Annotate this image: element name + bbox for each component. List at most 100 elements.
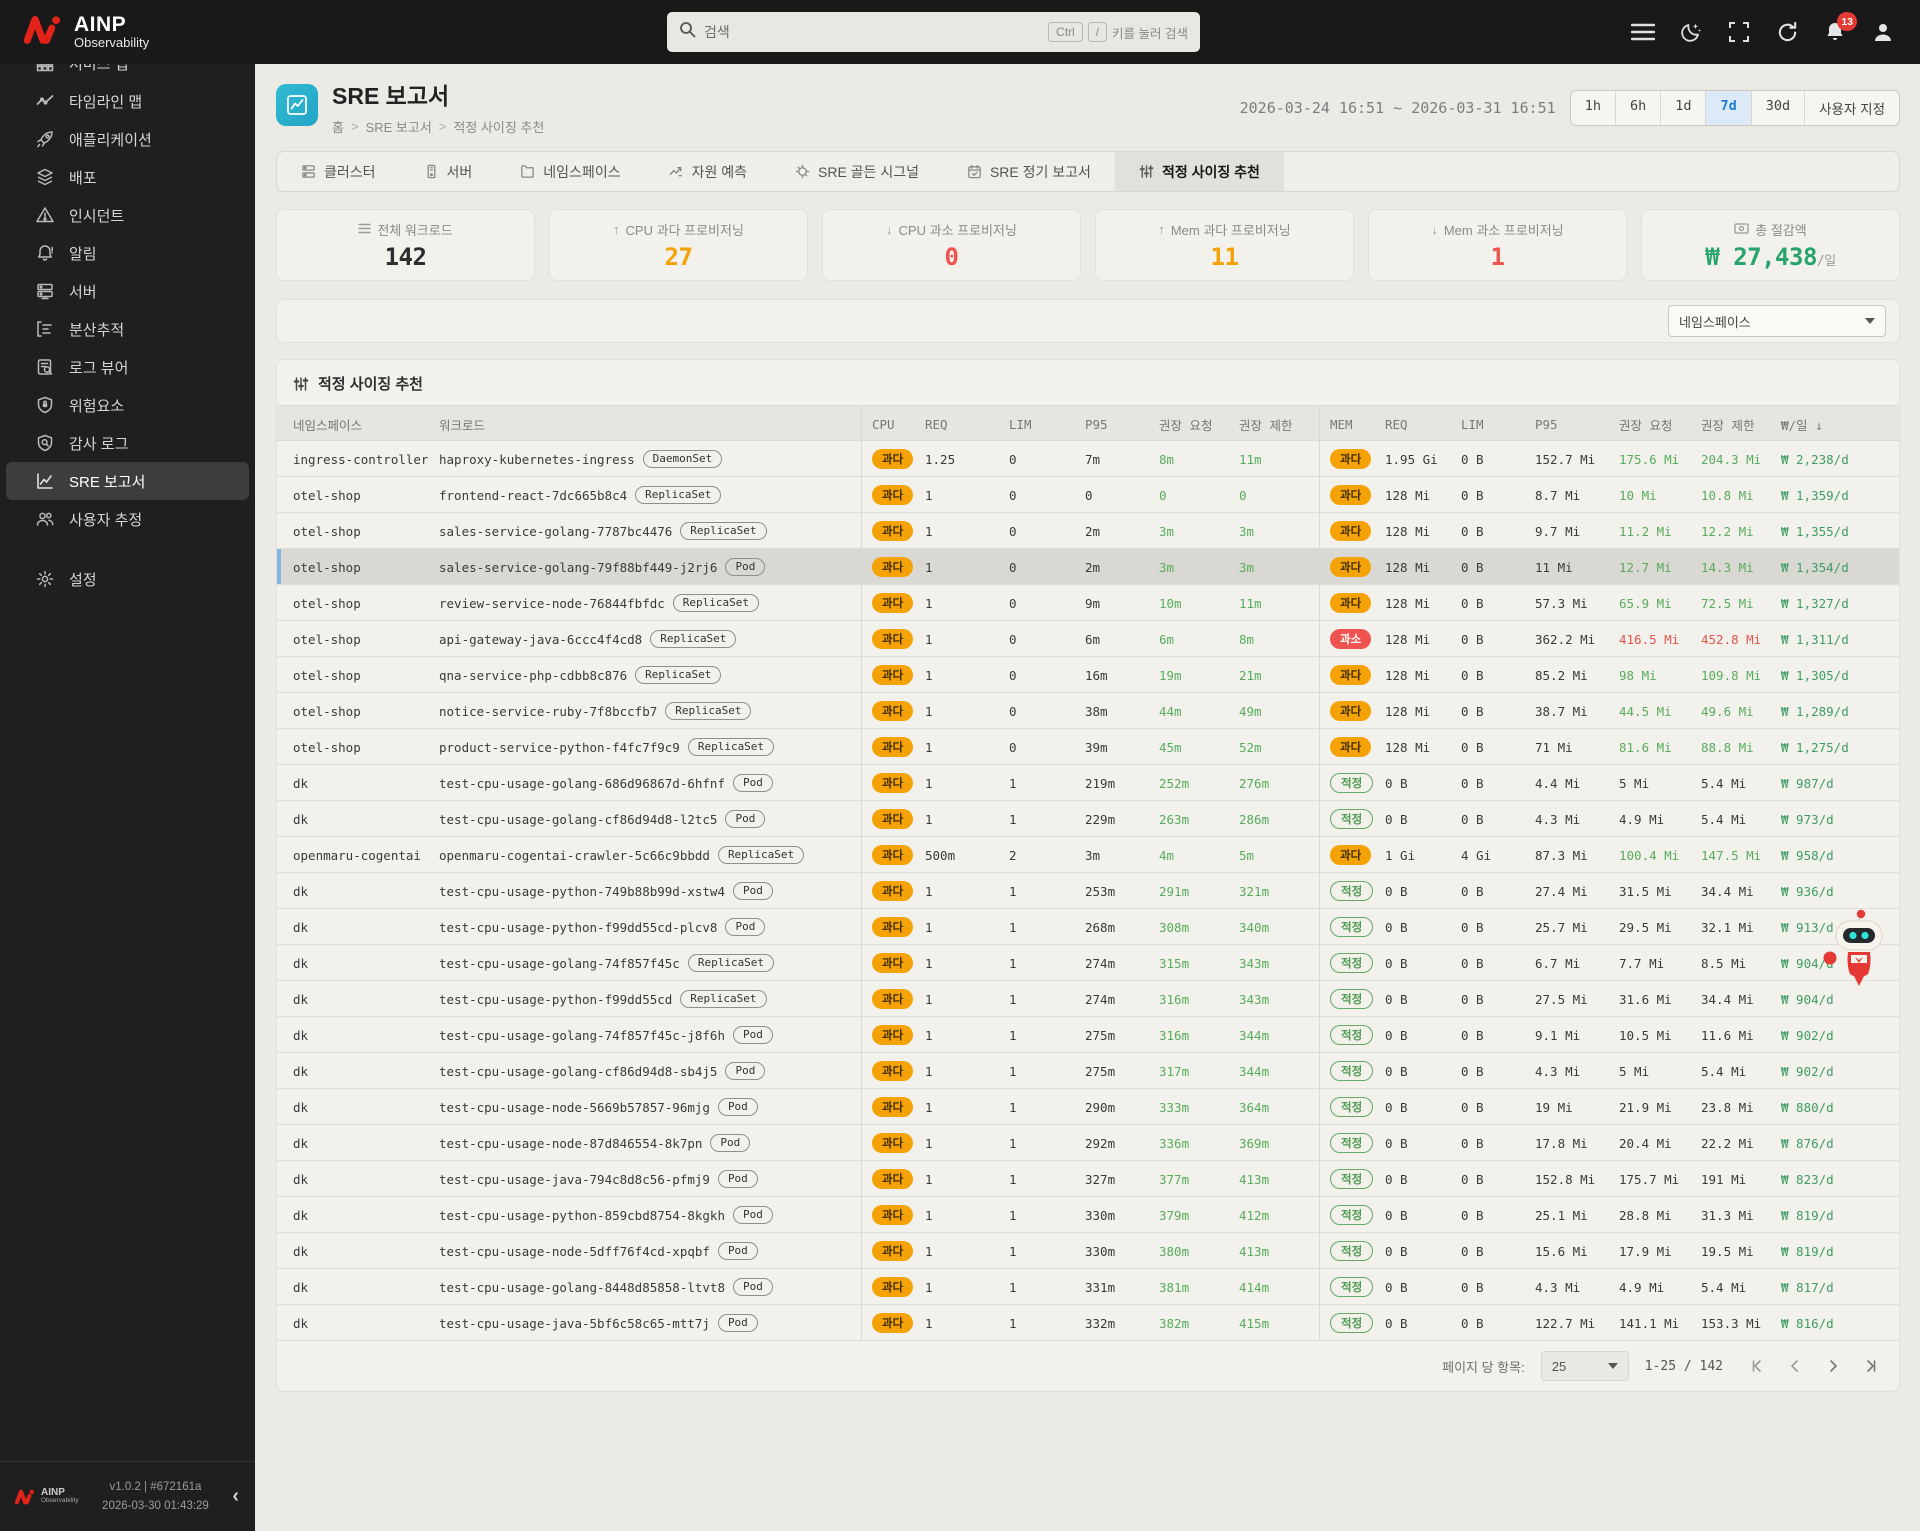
table-row[interactable]: otel-shop frontend-react-7dc665b8c4 Repl… — [277, 477, 1899, 513]
workload-name: test-cpu-usage-golang-cf86d94d8-l2tc5 — [439, 812, 717, 827]
breadcrumb-home[interactable]: 홈 — [332, 117, 344, 136]
notifications-icon[interactable]: 13 — [1822, 19, 1848, 45]
breadcrumb-sre-report[interactable]: SRE 보고서 — [366, 117, 432, 136]
brand-logo[interactable]: AINP Observability — [22, 12, 149, 51]
sidebar-item-risk[interactable]: 위험요소 — [6, 386, 249, 424]
tab-sre-golden-signal[interactable]: SRE 골든 시그널 — [771, 152, 943, 191]
table-row[interactable]: otel-shop qna-service-php-cdbb8c876 Repl… — [277, 657, 1899, 693]
table-row[interactable]: dk test-cpu-usage-node-87d846554-8k7pn P… — [277, 1125, 1899, 1161]
workload-name: test-cpu-usage-node-5dff76f4cd-xpqbf — [439, 1244, 710, 1259]
col-mem[interactable]: MEM — [1319, 406, 1385, 442]
sidebar-item-service-map[interactable]: 서비스 맵 — [6, 64, 249, 82]
col-cost-per-day[interactable]: ₩/일 ↓ — [1781, 415, 1899, 434]
first-page-icon[interactable] — [1745, 1354, 1769, 1378]
sidebar-item-alerts[interactable]: 알림 — [6, 234, 249, 272]
range-button-1h[interactable]: 1h — [1571, 91, 1615, 125]
table-row[interactable]: dk test-cpu-usage-node-5dff76f4cd-xpqbf … — [277, 1233, 1899, 1269]
table-row[interactable]: dk test-cpu-usage-node-5669b57857-96mjg … — [277, 1089, 1899, 1125]
sidebar-item-sre-report[interactable]: SRE 보고서 — [6, 462, 249, 500]
range-button-custom[interactable]: 사용자 지정 — [1804, 91, 1899, 125]
table-row[interactable]: dk test-cpu-usage-java-5bf6c58c65-mtt7j … — [277, 1305, 1899, 1341]
range-button-6h[interactable]: 6h — [1615, 91, 1660, 125]
cell-namespace: dk — [277, 1208, 439, 1223]
sidebar-item-timeline-map[interactable]: 타임라인 맵 — [6, 82, 249, 120]
table-row[interactable]: ingress-controller haproxy-kubernetes-in… — [277, 441, 1899, 477]
namespace-select[interactable]: 네임스페이스 — [1668, 305, 1886, 337]
col-mem-rec-req[interactable]: 권장 요청 — [1619, 415, 1701, 434]
cell-workload: test-cpu-usage-python-f99dd55cd-plcv8 Po… — [439, 918, 861, 936]
table-row[interactable]: dk test-cpu-usage-python-859cbd8754-8kgk… — [277, 1197, 1899, 1233]
cell-cost-per-day: ₩ 816/d — [1781, 1316, 1899, 1331]
table-row[interactable]: dk test-cpu-usage-golang-cf86d94d8-sb4j5… — [277, 1053, 1899, 1089]
table-row[interactable]: dk test-cpu-usage-python-f99dd55cd Repli… — [277, 981, 1899, 1017]
next-page-icon[interactable] — [1821, 1354, 1845, 1378]
account-icon[interactable] — [1870, 19, 1896, 45]
cell-mem-p95: 4.3 Mi — [1535, 812, 1619, 827]
col-cpu-req[interactable]: REQ — [925, 417, 1009, 432]
refresh-icon[interactable] — [1774, 19, 1800, 45]
table-row[interactable]: otel-shop api-gateway-java-6ccc4f4cd8 Re… — [277, 621, 1899, 657]
table-row[interactable]: dk test-cpu-usage-java-794c8d8c56-pfmj9 … — [277, 1161, 1899, 1197]
col-mem-lim[interactable]: LIM — [1461, 417, 1535, 432]
sidebar-item-settings[interactable]: 설정 — [6, 560, 249, 598]
dark-mode-icon[interactable] — [1678, 19, 1704, 45]
table-row[interactable]: dk test-cpu-usage-golang-8448d85858-ltvt… — [277, 1269, 1899, 1305]
fullscreen-icon[interactable] — [1726, 19, 1752, 45]
sidebar-item-servers[interactable]: 서버 — [6, 272, 249, 310]
table-row[interactable]: dk test-cpu-usage-python-749b88b99d-xstw… — [277, 873, 1899, 909]
global-search[interactable]: Ctrl / 키를 눌러 검색 — [667, 12, 1200, 52]
tab-cluster[interactable]: 클러스터 — [277, 152, 400, 191]
table-row[interactable]: openmaru-cogentai openmaru-cogentai-craw… — [277, 837, 1899, 873]
tab-server[interactable]: 서버 — [400, 152, 497, 191]
sidebar-collapse-icon[interactable]: ‹ — [232, 1485, 239, 1508]
table-row[interactable]: dk test-cpu-usage-golang-686d96867d-6hfn… — [277, 765, 1899, 801]
table-row[interactable]: otel-shop sales-service-golang-7787bc447… — [277, 513, 1899, 549]
robot-mascot[interactable] — [1818, 908, 1894, 997]
table-row[interactable]: dk test-cpu-usage-golang-74f857f45c-j8f6… — [277, 1017, 1899, 1053]
range-button-30d[interactable]: 30d — [1751, 91, 1804, 125]
sidebar-item-tracing[interactable]: 분산추적 — [6, 310, 249, 348]
col-mem-rec-lim[interactable]: 권장 제한 — [1701, 415, 1781, 434]
prev-page-icon[interactable] — [1783, 1354, 1807, 1378]
tab-right-sizing[interactable]: 적정 사이징 추천 — [1115, 152, 1284, 191]
cell-mem-req: 0 B — [1385, 956, 1461, 971]
last-page-icon[interactable] — [1859, 1354, 1883, 1378]
cell-mem-req: 128 Mi — [1385, 704, 1461, 719]
table-row[interactable]: dk test-cpu-usage-golang-74f857f45c Repl… — [277, 945, 1899, 981]
tab-namespace[interactable]: 네임스페이스 — [496, 152, 644, 191]
col-namespace[interactable]: 네임스페이스 — [277, 415, 439, 434]
range-button-7d[interactable]: 7d — [1705, 91, 1750, 125]
col-cpu-p95[interactable]: P95 — [1085, 417, 1159, 432]
menu-icon[interactable] — [1630, 19, 1656, 45]
cell-cpu-rec-req: 377m — [1159, 1172, 1239, 1187]
sidebar-item-application[interactable]: 애플리케이션 — [6, 120, 249, 158]
col-mem-req[interactable]: REQ — [1385, 417, 1461, 432]
col-cpu-rec-lim[interactable]: 권장 제한 — [1239, 415, 1319, 434]
cpu-status-badge: 과다 — [872, 665, 913, 685]
table-row[interactable]: dk test-cpu-usage-python-f99dd55cd-plcv8… — [277, 909, 1899, 945]
col-cpu-rec-req[interactable]: 권장 요청 — [1159, 415, 1239, 434]
table-row[interactable]: otel-shop sales-service-golang-79f88bf44… — [277, 549, 1899, 585]
tab-resource-forecast[interactable]: 자원 예측 — [645, 152, 771, 191]
col-cpu-lim[interactable]: LIM — [1009, 417, 1085, 432]
search-input[interactable] — [704, 24, 1040, 40]
sidebar-item-audit-log[interactable]: 감사 로그 — [6, 424, 249, 462]
cell-cpu-rec-req: 291m — [1159, 884, 1239, 899]
cell-cost-per-day: ₩ 1,359/d — [1781, 488, 1899, 503]
cell-workload: test-cpu-usage-java-5bf6c58c65-mtt7j Pod — [439, 1314, 861, 1332]
sidebar-item-log-viewer[interactable]: 로그 뷰어 — [6, 348, 249, 386]
col-workload[interactable]: 워크로드 — [439, 415, 861, 434]
per-page-select[interactable]: 25 — [1541, 1351, 1629, 1381]
col-cpu[interactable]: CPU — [861, 406, 925, 442]
table-row[interactable]: dk test-cpu-usage-golang-cf86d94d8-l2tc5… — [277, 801, 1899, 837]
col-mem-p95[interactable]: P95 — [1535, 417, 1619, 432]
range-button-1d[interactable]: 1d — [1660, 91, 1705, 125]
table-row[interactable]: otel-shop product-service-python-f4fc7f9… — [277, 729, 1899, 765]
sidebar-item-user-estimation[interactable]: 사용자 추정 — [6, 500, 249, 538]
table-row[interactable]: otel-shop review-service-node-76844fbfdc… — [277, 585, 1899, 621]
tab-sre-periodic-report[interactable]: SRE 정기 보고서 — [943, 152, 1115, 191]
sidebar-item-incident[interactable]: 인시던트 — [6, 196, 249, 234]
cell-cpu-rec-lim: 344m — [1239, 1064, 1319, 1079]
sidebar-item-deploy[interactable]: 배포 — [6, 158, 249, 196]
table-row[interactable]: otel-shop notice-service-ruby-7f8bccfb7 … — [277, 693, 1899, 729]
